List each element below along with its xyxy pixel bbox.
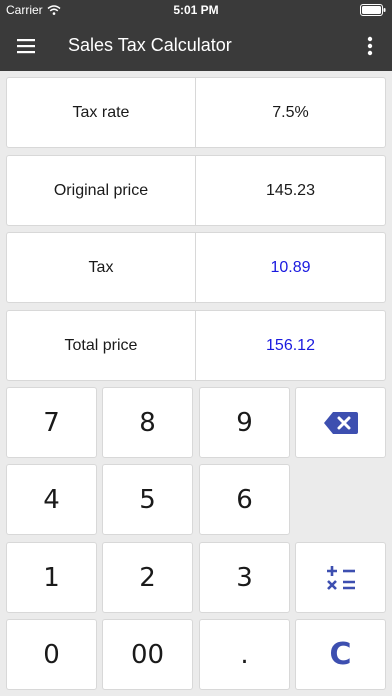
more-vert-icon[interactable] <box>366 35 374 57</box>
status-time: 5:01 PM <box>173 3 219 17</box>
original-price-row[interactable]: Original price 145.23 <box>6 155 386 226</box>
hamburger-icon[interactable] <box>16 36 36 56</box>
backspace-icon <box>323 411 358 434</box>
backspace-button[interactable] <box>295 387 386 458</box>
total-price-row: Total price 156.12 <box>6 310 386 381</box>
tax-rate-value[interactable]: 7.5% <box>196 78 385 147</box>
key-2[interactable]: 2 <box>102 542 193 613</box>
key-4[interactable]: 4 <box>6 464 97 535</box>
key-decimal[interactable]: . <box>199 619 290 690</box>
key-0[interactable]: 0 <box>6 619 97 690</box>
key-6[interactable]: 6 <box>199 464 290 535</box>
tax-rate-label: Tax rate <box>7 78 196 147</box>
app-bar: Sales Tax Calculator <box>0 20 392 71</box>
key-3[interactable]: 3 <box>199 542 290 613</box>
key-00[interactable]: 00 <box>102 619 193 690</box>
key-7[interactable]: 7 <box>6 387 97 458</box>
battery-icon <box>360 4 386 16</box>
app-title: Sales Tax Calculator <box>68 35 232 55</box>
tax-label: Tax <box>7 233 196 302</box>
clear-button[interactable]: C <box>295 619 386 690</box>
tax-row: Tax 10.89 <box>6 232 386 303</box>
original-price-label: Original price <box>7 156 196 225</box>
key-9[interactable]: 9 <box>199 387 290 458</box>
status-bar: Carrier 5:01 PM <box>0 0 392 20</box>
tax-rate-row[interactable]: Tax rate 7.5% <box>6 77 386 148</box>
key-5[interactable]: 5 <box>102 464 193 535</box>
total-price-value: 156.12 <box>266 336 315 354</box>
original-price-value[interactable]: 145.23 <box>196 156 385 225</box>
total-price-label: Total price <box>7 311 196 380</box>
operations-button[interactable] <box>295 542 386 613</box>
tax-value: 10.89 <box>270 258 311 276</box>
key-1[interactable]: 1 <box>6 542 97 613</box>
plus-minus-times-equals-icon <box>326 565 355 590</box>
key-8[interactable]: 8 <box>102 387 193 458</box>
